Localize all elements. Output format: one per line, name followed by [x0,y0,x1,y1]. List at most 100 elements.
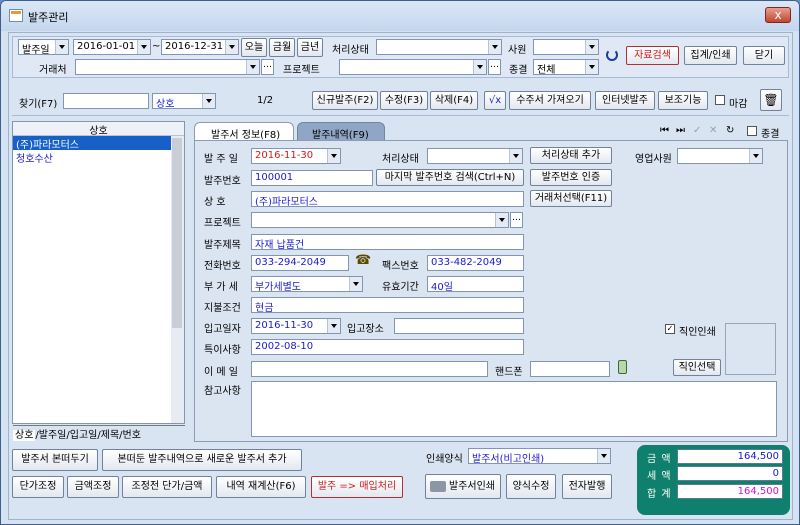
refresh-icon[interactable] [606,49,618,61]
form-status-select[interactable] [427,148,523,164]
order-no-field[interactable]: 100001 [251,170,373,186]
valid-period-field[interactable]: 40일 [427,276,524,292]
tax-field: 0 [677,466,783,481]
chevron-down-icon [137,40,150,54]
app-icon [9,9,23,22]
vat-select[interactable]: 부가세별도 [251,276,363,292]
end-checkbox[interactable] [747,126,757,136]
reload-icon[interactable]: ↻ [726,125,734,136]
vendor-select[interactable] [75,59,260,75]
chevron-down-icon [327,149,340,163]
project-form-label: 프로젝트 [204,218,241,229]
main-window: 발주관리 x 발주일 2016-01-01 ~ 2016-12-31 오늘 금월… [0,0,800,525]
amount-label: 금 액 [647,454,672,465]
calculator-button[interactable]: √x [484,91,506,110]
vendor-lookup-button[interactable]: … [261,59,274,75]
import-sales-order-button[interactable]: 수주서 가져오기 [509,91,591,110]
trash-icon[interactable]: 🗑 [760,89,782,111]
phone-field[interactable]: 033-294-2049 [251,255,349,271]
chevron-down-icon [473,60,486,74]
edit-button[interactable]: 수정(F3) [380,91,428,110]
payment-field[interactable]: 현금 [251,297,524,313]
sort-tab-number[interactable]: 번호 [123,430,141,441]
project-lookup-button[interactable]: … [488,59,501,75]
close-button[interactable]: x [765,7,791,23]
this-month-button[interactable]: 금월 [269,38,295,57]
memo-textarea[interactable] [251,381,777,437]
copy-new-order-button[interactable]: 본떠둔 발주내역으로 새로운 발주서 추가 [102,449,302,471]
email-field[interactable] [251,361,488,377]
seal-select-button[interactable]: 직인선택 [673,359,721,376]
recalc-button[interactable]: 내역 재계산(F6) [216,476,306,498]
chevron-down-icon [327,319,340,333]
sort-tab-in-date[interactable]: 입고일 [70,430,98,441]
close-form-button[interactable]: 닫기 [743,46,785,65]
closing-checkbox[interactable] [715,95,725,105]
internet-order-button[interactable]: 인터넷발주 [595,91,655,110]
amount-adjust-button[interactable]: 금액조정 [67,476,119,498]
seal-print-checkbox[interactable]: ✓ [665,324,675,334]
project-form-lookup-button[interactable]: … [510,212,523,228]
this-year-button[interactable]: 금년 [297,38,323,57]
chevron-down-icon [749,149,762,163]
date-type-select[interactable]: 발주일 [18,39,69,55]
phone-icon[interactable]: ☎ [355,253,371,268]
find-input[interactable] [63,93,149,109]
sales-staff-select[interactable] [677,148,763,164]
last-order-no-search-button[interactable]: 마지막 발주번호 검색(Ctrl+N) [376,169,524,186]
select-vendor-button[interactable]: 거래처선택(F11) [530,190,612,207]
date-to-field[interactable]: 2016-12-31 [161,39,239,55]
in-place-field[interactable] [394,318,524,334]
amount-field: 164,500 [677,449,783,464]
mobile-phone-icon[interactable] [618,360,627,374]
search-button[interactable]: 자료검색 [626,46,679,65]
pre-adjust-button[interactable]: 조정전 단가/금액 [122,476,212,498]
end-select[interactable]: 전체 [533,59,599,75]
order-date-field[interactable]: 2016-11-30 [251,148,341,164]
summary-print-button[interactable]: 집계/인쇄 [684,46,737,65]
cancel-icon[interactable]: ✕ [709,125,717,136]
in-place-label: 입고장소 [347,324,384,335]
assist-button[interactable]: 보조기능 [658,91,708,110]
staff-select[interactable] [533,39,599,55]
tab-info[interactable]: 발주서 정보(F8) [194,122,294,141]
vat-label: 부 가 세 [204,282,238,293]
fax-field[interactable]: 033-482-2049 [427,255,524,271]
nav-last-icon[interactable]: ⏭ [676,125,685,136]
print-form-select[interactable]: 발주서(비고인쇄) [468,448,611,464]
print-order-button[interactable]: 발주서인쇄 [425,474,501,499]
status-select[interactable] [376,39,502,55]
nav-first-icon[interactable]: ⏮ [660,125,669,136]
list-item[interactable]: (주)파라모터스 [13,136,171,151]
sort-tab-subject[interactable]: 제목 [101,430,119,441]
project-select[interactable] [339,59,487,75]
today-button[interactable]: 오늘 [241,38,267,57]
delete-button[interactable]: 삭제(F4) [430,91,478,110]
unit-adjust-button[interactable]: 단가조정 [12,476,64,498]
form-status-label: 처리상태 [382,154,419,165]
e-issue-button[interactable]: 전자발행 [562,474,612,499]
form-edit-button[interactable]: 양식수정 [506,474,556,499]
new-order-button[interactable]: 신규발주(F2) [312,91,378,110]
list-scrollbar[interactable] [171,136,184,423]
sort-tab-order-date[interactable]: 발주일 [39,430,67,441]
company-field[interactable]: (주)파라모터스 [251,191,524,207]
add-status-button[interactable]: 처리상태 추가 [530,147,612,164]
find-field-select[interactable]: 상호 [152,93,216,109]
list-item[interactable]: 청호수산 [13,150,184,165]
check-icon[interactable]: ✓ [693,125,701,136]
project-form-select[interactable] [251,212,509,228]
subject-field[interactable]: 자재 납품건 [251,234,524,250]
date-from-field[interactable]: 2016-01-01 [73,39,151,55]
copy-order-button[interactable]: 발주서 본떠두기 [12,449,98,471]
vendor-list[interactable]: 상호 (주)파라모터스 청호수산 [12,121,185,424]
sort-tab-company[interactable]: 상호 [13,430,36,441]
to-purchase-button[interactable]: 발주 => 매입처리 [311,476,403,498]
tab-detail[interactable]: 발주내역(F9) [297,122,385,141]
client-area: 발주일 2016-01-01 ~ 2016-12-31 오늘 금월 금년 처리상… [8,32,793,520]
special-field[interactable]: 2002-08-10 [251,339,524,355]
total-field: 164,500 [677,484,783,499]
order-no-auth-button[interactable]: 발주번호 인증 [530,169,612,186]
in-date-field[interactable]: 2016-11-30 [251,318,341,334]
mobile-field[interactable] [530,361,610,377]
